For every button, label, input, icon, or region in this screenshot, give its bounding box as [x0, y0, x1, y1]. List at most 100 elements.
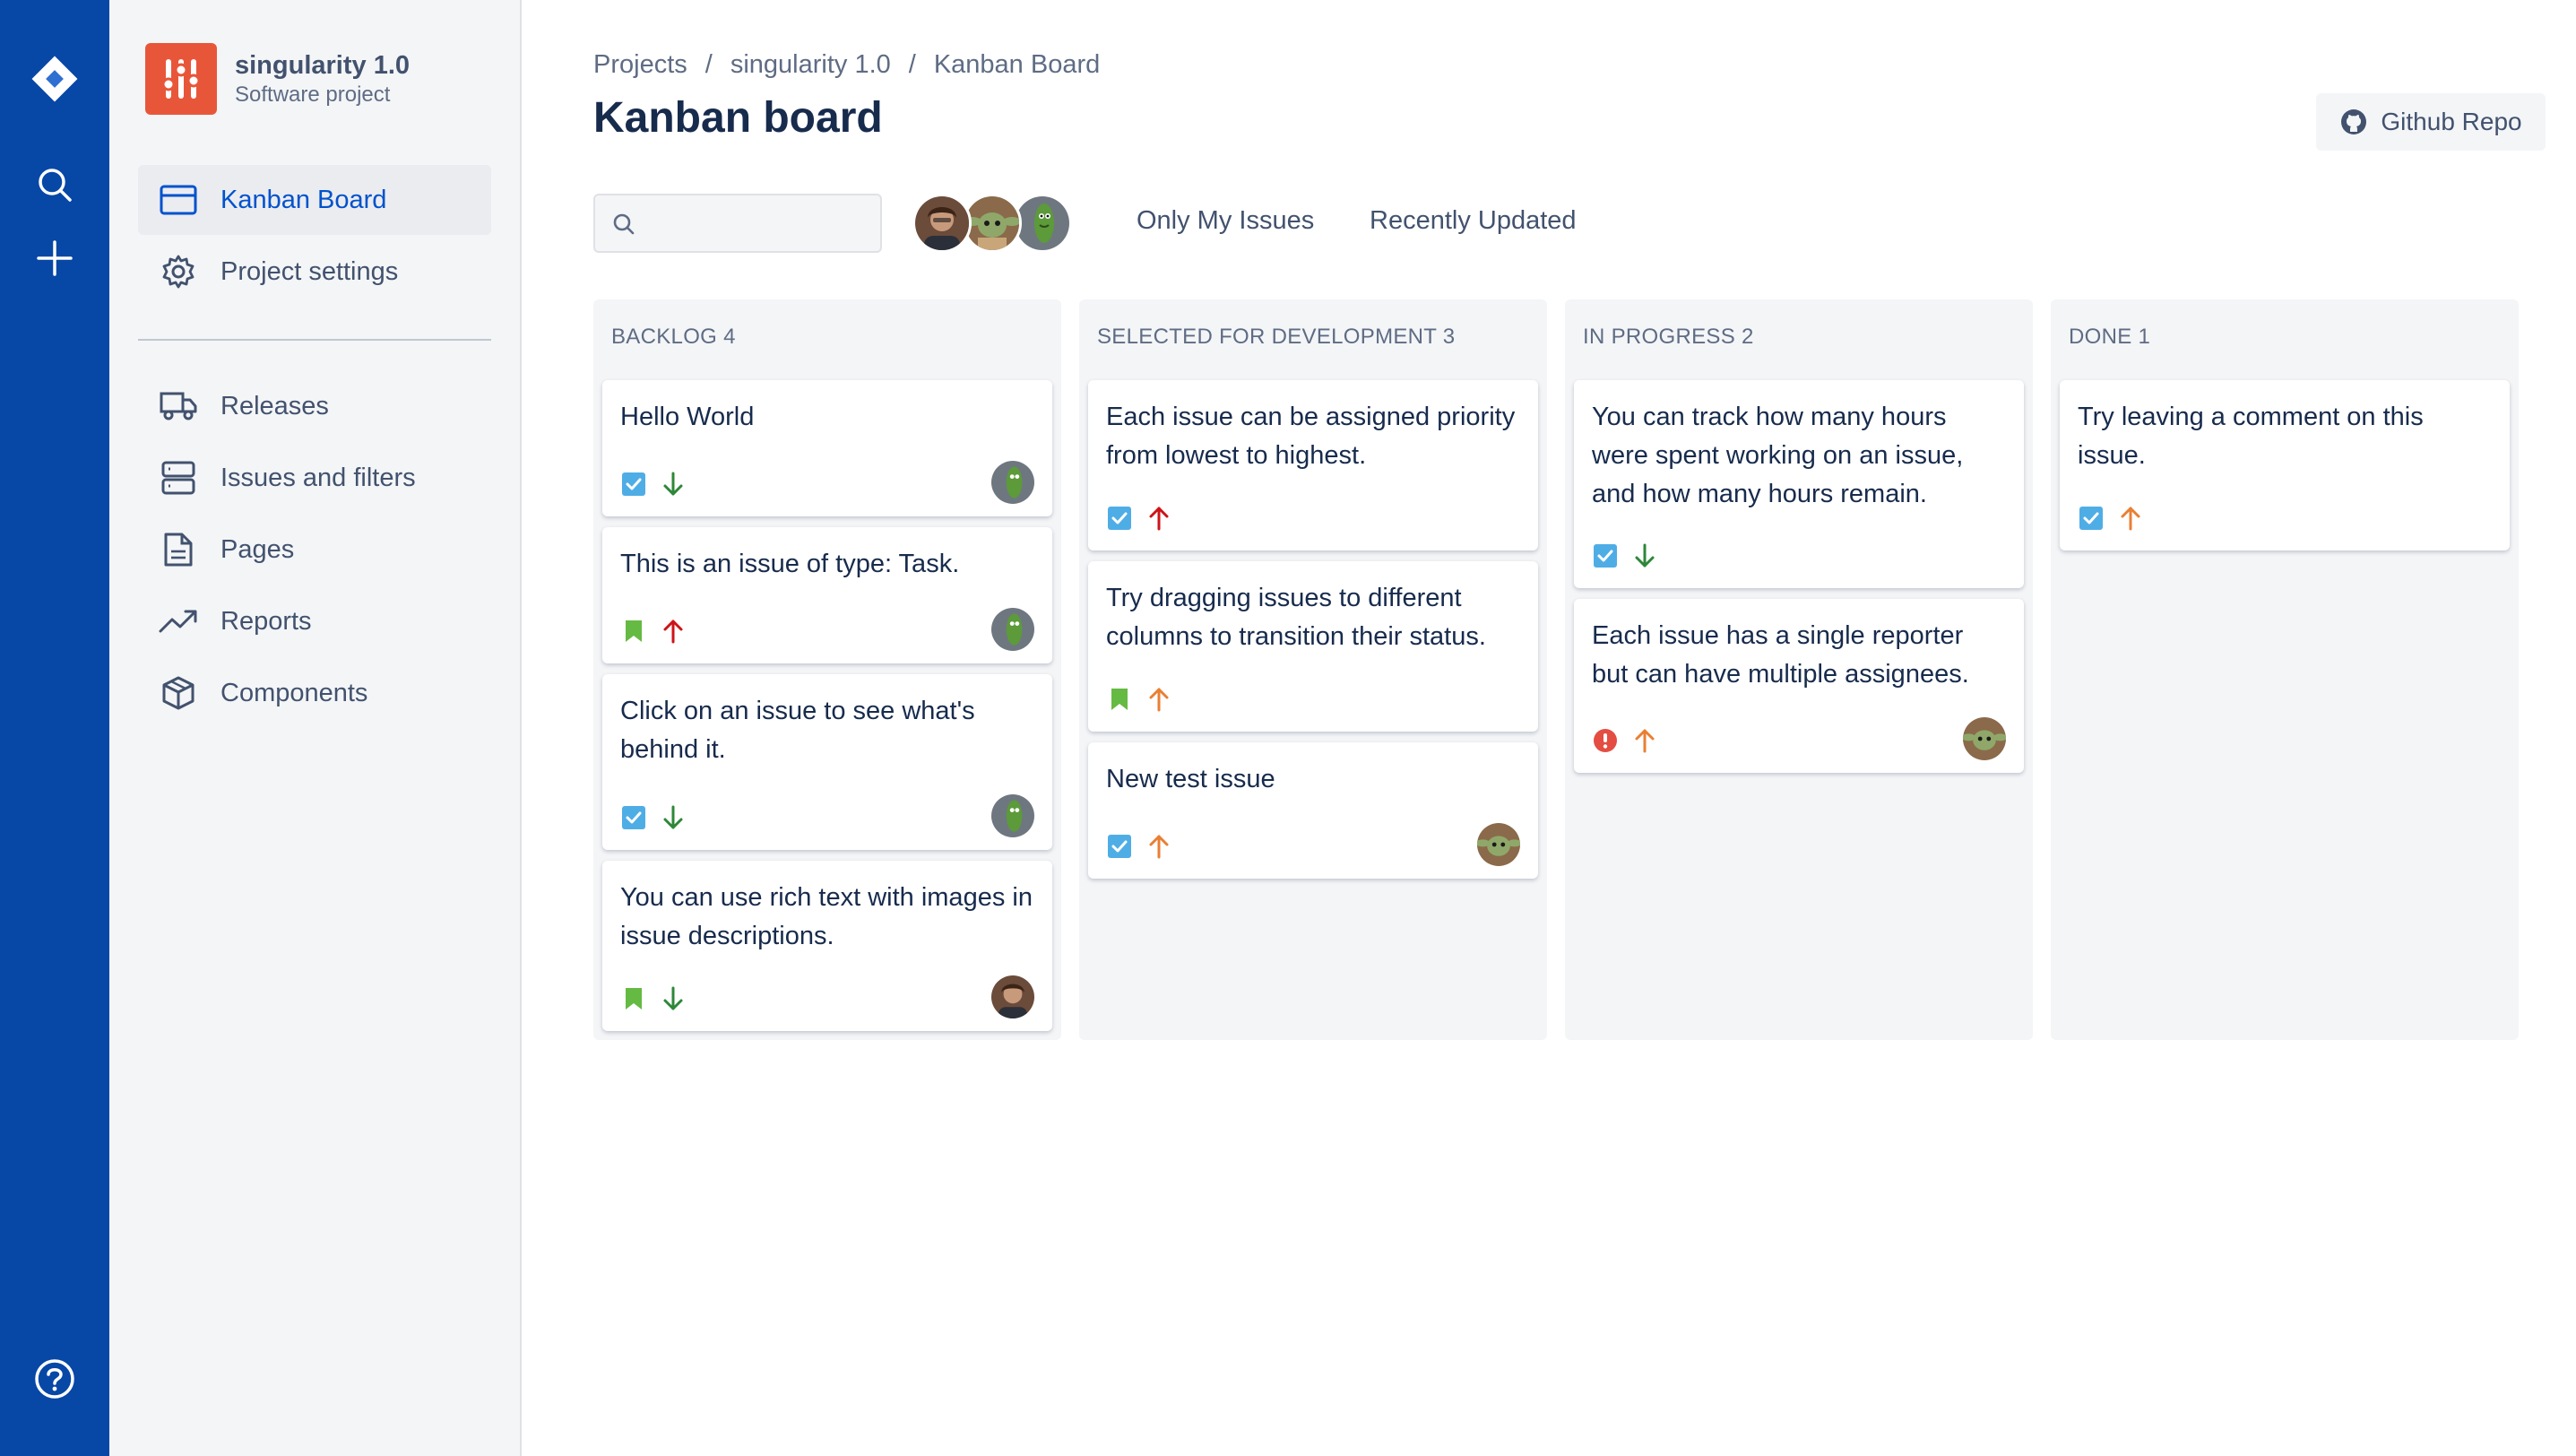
- issue-title: Each issue can be assigned priority from…: [1106, 403, 1516, 470]
- assignee-avatar: [991, 461, 1034, 504]
- issue-title: Hello World: [620, 403, 755, 431]
- breadcrumb-separator: /: [908, 50, 916, 79]
- recently-updated-filter[interactable]: Recently Updated: [1370, 206, 1577, 236]
- priority-medium-icon: [2117, 505, 2144, 532]
- story-icon: [1106, 686, 1133, 713]
- sidebar-item-releases[interactable]: Releases: [138, 371, 491, 441]
- assignee-avatar: [1477, 823, 1520, 866]
- priority-low-icon: [660, 471, 687, 498]
- sidebar-item-issues-and-filters[interactable]: Issues and filters: [138, 443, 491, 513]
- project-sidebar: singularity 1.0 Software project Kanban …: [109, 0, 522, 1456]
- only-my-issues-filter[interactable]: Only My Issues: [1137, 206, 1314, 236]
- main-content: Projects / singularity 1.0 / Kanban Board Ka…: [593, 0, 2546, 1456]
- priority-medium-icon: [1631, 727, 1658, 754]
- avatar-man[interactable]: [912, 194, 972, 253]
- sliders-icon: [161, 59, 201, 99]
- database-icon: [158, 457, 199, 498]
- issue-card[interactable]: New test issue: [1088, 742, 1538, 879]
- column-title: BACKLOG 4: [611, 325, 736, 349]
- column-title: DONE 1: [2069, 325, 2151, 349]
- priority-high-icon: [660, 618, 687, 645]
- github-icon: [2341, 109, 2367, 134]
- issue-title: Try dragging issues to different columns…: [1106, 584, 1486, 651]
- breadcrumb-project[interactable]: singularity 1.0: [730, 50, 891, 79]
- sidebar-item-reports[interactable]: Reports: [138, 586, 491, 656]
- project-category: Software project: [235, 82, 391, 107]
- task-icon: [1106, 505, 1133, 532]
- github-repo-button[interactable]: Github Repo: [2316, 93, 2546, 151]
- page-title: Kanban board: [593, 94, 883, 142]
- assignee-avatar: [991, 608, 1034, 651]
- issue-card[interactable]: Try dragging issues to different columns…: [1088, 561, 1538, 732]
- search-icon: [613, 213, 635, 235]
- issue-title: Each issue has a single reporter but can…: [1592, 621, 1969, 689]
- sidebar-item-kanban-board[interactable]: Kanban Board: [138, 165, 491, 235]
- board-column-done: DONE 1 Try leaving a comment on this iss…: [2051, 299, 2519, 1040]
- project-avatar: [145, 43, 217, 115]
- board-column-backlog: BACKLOG 4 Hello World This is an issue o…: [593, 299, 1061, 1040]
- sidebar-item-label: Kanban Board: [220, 185, 387, 214]
- task-icon: [620, 471, 647, 498]
- sidebar-item-project-settings[interactable]: Project settings: [138, 237, 491, 307]
- priority-low-icon: [660, 985, 687, 1012]
- truck-icon: [158, 386, 199, 427]
- jira-logo-icon[interactable]: [0, 43, 109, 115]
- column-title: SELECTED FOR DEVELOPMENT 3: [1097, 325, 1456, 349]
- priority-low-icon: [1631, 542, 1658, 569]
- issue-title: You can use rich text with images in iss…: [620, 883, 1033, 950]
- bug-icon: [1592, 727, 1619, 754]
- issue-title: This is an issue of type: Task.: [620, 550, 960, 578]
- search-icon[interactable]: [0, 149, 109, 221]
- issue-card[interactable]: This is an issue of type: Task.: [602, 527, 1052, 663]
- assignee-avatar: [991, 794, 1034, 837]
- issue-card[interactable]: You can use rich text with images in iss…: [602, 861, 1052, 1031]
- sidebar-item-pages[interactable]: Pages: [138, 515, 491, 585]
- sidebar-item-label: Reports: [220, 606, 312, 636]
- project-name: singularity 1.0: [235, 51, 411, 80]
- story-icon: [620, 618, 647, 645]
- breadcrumb-separator: /: [705, 50, 713, 79]
- issue-card[interactable]: You can track how many hours were spent …: [1574, 380, 2024, 588]
- breadcrumb-current: Kanban Board: [933, 50, 1101, 79]
- issue-card[interactable]: Each issue can be assigned priority from…: [1088, 380, 1538, 550]
- global-navbar: [0, 0, 109, 1456]
- search-input[interactable]: [593, 194, 882, 253]
- breadcrumb-projects[interactable]: Projects: [593, 50, 687, 79]
- board-icon: [158, 179, 199, 221]
- project-info: singularity 1.0 Software project: [145, 43, 410, 115]
- issue-title: New test issue: [1106, 765, 1275, 793]
- sidebar-item-label: Pages: [220, 534, 295, 564]
- board-column-selected-for-development: SELECTED FOR DEVELOPMENT 3 Each issue ca…: [1079, 299, 1547, 1040]
- priority-high-icon: [1145, 505, 1172, 532]
- sidebar-item-label: Components: [220, 678, 368, 707]
- breadcrumb: Projects / singularity 1.0 / Kanban Board: [593, 50, 1100, 80]
- priority-medium-icon: [1145, 686, 1172, 713]
- github-repo-label: Github Repo: [2381, 108, 2522, 135]
- board-column-in-progress: IN PROGRESS 2 You can track how many hou…: [1565, 299, 2033, 1040]
- sidebar-item-components[interactable]: Components: [138, 658, 491, 728]
- sidebar-divider: [138, 339, 491, 341]
- plus-icon[interactable]: [0, 222, 109, 294]
- priority-medium-icon: [1145, 833, 1172, 860]
- task-icon: [1592, 542, 1619, 569]
- issue-card[interactable]: Hello World: [602, 380, 1052, 516]
- issue-title: Click on an issue to see what's behind i…: [620, 697, 975, 764]
- board-filters: Only My Issues Recently Updated: [593, 192, 1938, 256]
- issue-card[interactable]: Try leaving a comment on this issue.: [2060, 380, 2510, 550]
- sidebar-item-label: Issues and filters: [220, 463, 416, 492]
- task-icon: [2078, 505, 2105, 532]
- task-icon: [1106, 833, 1133, 860]
- issue-card[interactable]: Each issue has a single reporter but can…: [1574, 599, 2024, 773]
- box-icon: [158, 672, 199, 714]
- issue-card[interactable]: Click on an issue to see what's behind i…: [602, 674, 1052, 850]
- priority-low-icon: [660, 804, 687, 831]
- help-icon[interactable]: [0, 1343, 109, 1415]
- page-icon: [158, 529, 199, 570]
- sidebar-item-label: Releases: [220, 391, 329, 420]
- issue-title: You can track how many hours were spent …: [1592, 403, 1964, 508]
- task-icon: [620, 804, 647, 831]
- issue-title: Try leaving a comment on this issue.: [2078, 403, 2424, 470]
- assignee-avatar: [991, 975, 1034, 1018]
- sidebar-item-label: Project settings: [220, 256, 399, 286]
- trending-up-icon: [158, 601, 199, 642]
